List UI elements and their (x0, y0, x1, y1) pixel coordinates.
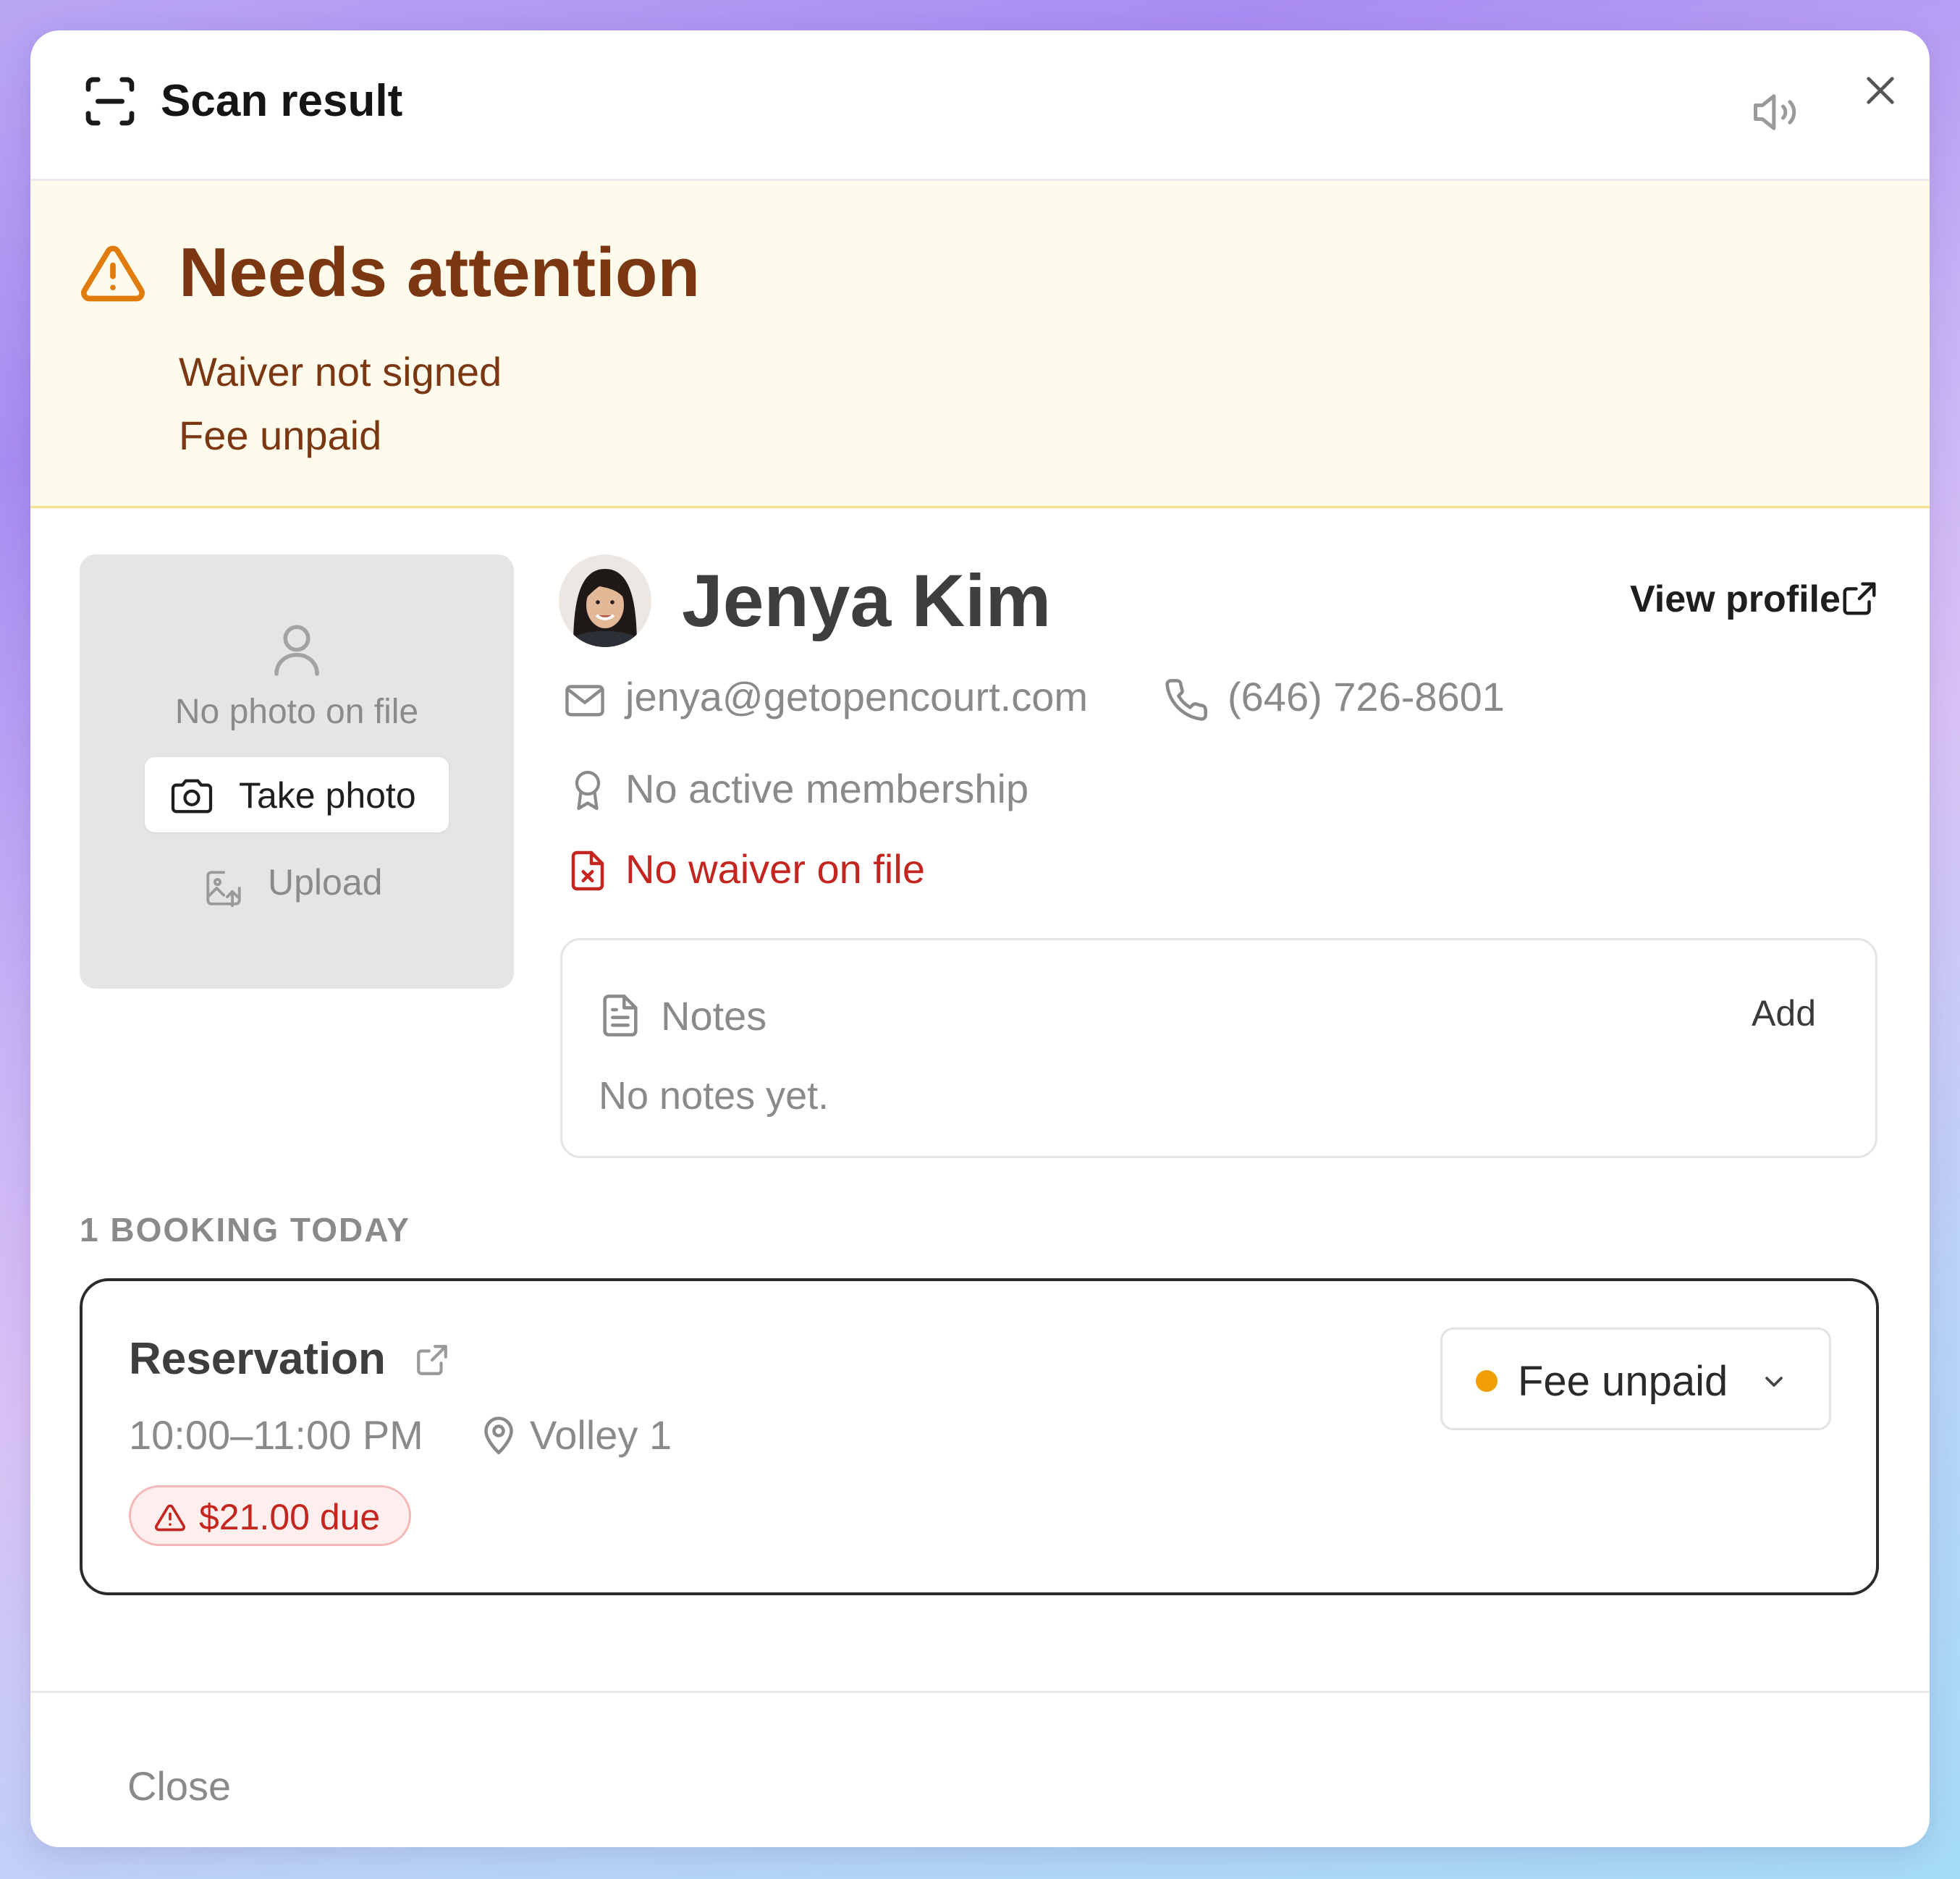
upload-button[interactable]: Upload (268, 861, 382, 903)
speaker-icon[interactable] (1749, 85, 1804, 140)
person-icon (274, 625, 319, 676)
take-photo-label: Take photo (239, 775, 416, 816)
booking-title[interactable]: Reservation (129, 1333, 386, 1385)
membership-status: No active membership (625, 766, 1029, 811)
payment-status-label: Fee unpaid (1518, 1358, 1728, 1405)
photo-placeholder: No photo on file Take photo Upload (80, 554, 514, 989)
member-phone[interactable]: (646) 726-8601 (1228, 673, 1505, 720)
no-photo-label: No photo on file (174, 693, 419, 731)
dialog-title: Scan result (161, 76, 403, 126)
close-icon[interactable] (1860, 70, 1901, 111)
file-x-icon (571, 850, 604, 891)
attention-issue: Waiver not signed (179, 349, 502, 394)
scan-result-dialog: Scan result Needs attention Waiver not s… (30, 30, 1930, 1847)
image-upload-icon[interactable] (203, 867, 245, 909)
notes-title: Notes (661, 993, 767, 1039)
dialog-header: Scan result (30, 30, 1930, 181)
add-note-button[interactable]: Add (1752, 992, 1816, 1034)
amount-due-label: $21.00 due (199, 1497, 381, 1537)
dialog-footer: Close (30, 1691, 1930, 1847)
warning-triangle-icon (81, 245, 145, 302)
map-pin-icon (484, 1416, 513, 1455)
booking-card: Reservation 10:00–11:00 PM Volley 1 $21.… (80, 1278, 1879, 1595)
waiver-status: No waiver on file (625, 846, 925, 892)
payment-status-select[interactable]: Fee unpaid (1440, 1327, 1831, 1430)
member-name: Jenya Kim (682, 560, 1052, 642)
avatar (559, 554, 651, 647)
document-icon (603, 995, 638, 1036)
chevron-down-icon (1765, 1377, 1783, 1387)
attention-issues: Waiver not signed Fee unpaid (179, 340, 502, 468)
attention-banner: Needs attention Waiver not signed Fee un… (30, 181, 1930, 508)
notes-empty-text: No notes yet. (599, 1074, 829, 1118)
external-link-icon[interactable] (1840, 579, 1879, 618)
warning-triangle-icon (155, 1504, 185, 1532)
phone-icon (1165, 679, 1207, 721)
member-email[interactable]: jenya@getopencourt.com (625, 673, 1088, 720)
view-profile-label: View profile (1630, 578, 1841, 620)
camera-icon (171, 779, 213, 814)
bookings-section-label: 1 BOOKING TODAY (80, 1211, 410, 1249)
booking-court: Volley 1 (530, 1412, 672, 1458)
close-button[interactable]: Close (127, 1762, 231, 1810)
scan-frame-icon (85, 77, 135, 126)
external-link-icon[interactable] (414, 1342, 450, 1378)
attention-title: Needs attention (179, 234, 701, 311)
attention-issue: Fee unpaid (179, 413, 382, 458)
booking-time: 10:00–11:00 PM (129, 1412, 423, 1458)
award-ribbon-icon (575, 770, 601, 811)
notes-panel: Notes Add No notes yet. (560, 938, 1877, 1158)
status-dot (1476, 1370, 1498, 1392)
take-photo-button[interactable]: Take photo (145, 757, 449, 832)
mail-icon (565, 685, 604, 717)
amount-due-badge: $21.00 due (129, 1485, 411, 1546)
